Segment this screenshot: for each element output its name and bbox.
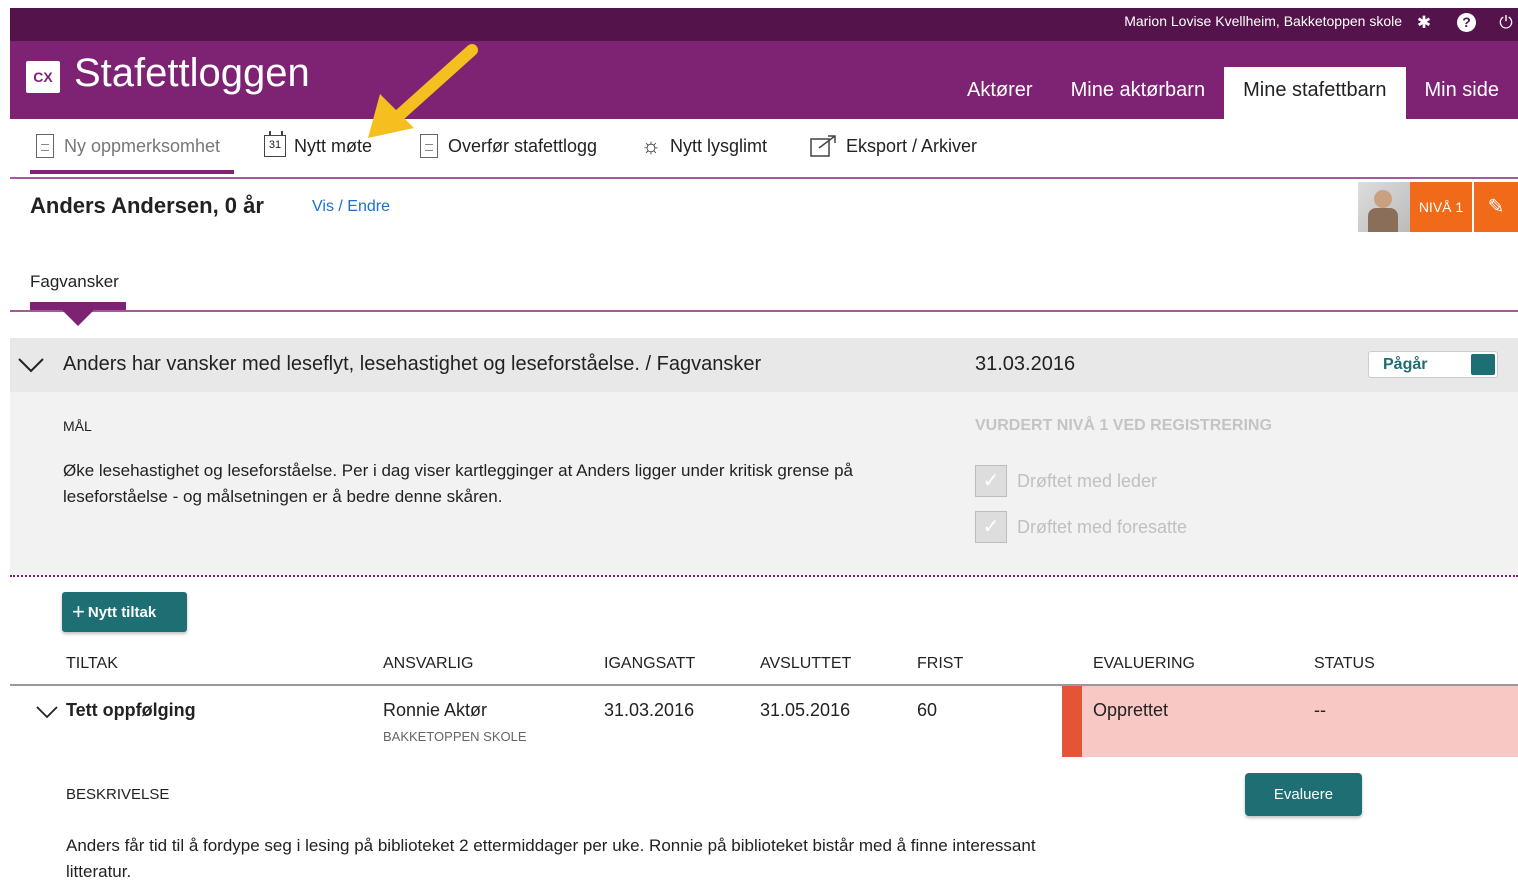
toggle-knob <box>1471 354 1495 375</box>
pencil-icon: ✎ <box>1487 196 1505 218</box>
document-icon <box>34 133 56 159</box>
new-glimpse-button[interactable]: ☼ Nytt lysglimt <box>640 133 767 159</box>
check-discussed-leader: ✓ Drøftet med leder <box>975 465 1157 497</box>
annotation-arrow <box>368 44 478 138</box>
level-badge: NIVÅ 1 <box>1410 182 1472 232</box>
measure-status: -- <box>1314 700 1326 720</box>
add-measure-button[interactable]: + Nytt tiltak <box>62 592 187 632</box>
col-tiltak: TILTAK <box>66 655 118 672</box>
measure-end: 31.05.2016 <box>760 700 851 720</box>
tab-min-side[interactable]: Min side <box>1406 67 1518 119</box>
col-frist: FRIST <box>917 655 964 672</box>
plus-icon: + <box>72 599 85 624</box>
export-archive-label: Eksport / Arkiver <box>846 135 978 156</box>
subtab-indicator <box>30 302 126 310</box>
action-toolbar: Ny oppmerksomhet 31 Nytt møte Overfør st… <box>10 119 1518 179</box>
description-text: Anders får tid til å fordype seg i lesin… <box>66 836 1036 881</box>
col-avsluttet: AVSLUTTET <box>760 655 852 672</box>
chevron-down-icon[interactable] <box>35 700 59 724</box>
evaluation-status-bar <box>1062 686 1082 757</box>
calendar-icon: 31 <box>264 131 286 159</box>
export-icon <box>810 133 838 159</box>
chevron-down-icon[interactable] <box>16 351 46 381</box>
col-igangsatt: IGANGSATT <box>604 655 696 672</box>
assessment-label: VURDERT NIVÅ 1 VED REGISTRERING <box>975 417 1272 434</box>
new-glimpse-label: Nytt lysglimt <box>670 135 768 156</box>
subtab-pointer <box>62 310 94 326</box>
description-label: BESKRIVELSE <box>66 786 170 803</box>
new-attention-label: Ny oppmerksomhet <box>64 135 221 156</box>
view-edit-link[interactable]: Vis / Endre <box>312 198 390 216</box>
evaluate-button[interactable]: Evaluere <box>1245 773 1362 816</box>
active-tool-underline <box>30 170 234 174</box>
person-name: Anders Andersen, 0 år <box>30 193 264 218</box>
subtab-divider <box>10 310 1518 312</box>
issue-title: Anders har vansker med leseflyt, lesehas… <box>63 353 762 375</box>
add-measure-label: Nytt tiltak <box>87 604 157 621</box>
measure-evaluation: Opprettet <box>1093 700 1169 720</box>
goal-label: MÅL <box>63 418 92 434</box>
evaluation-cell <box>1062 686 1518 757</box>
user-info: Marion Lovise Kvellheim, Bakketoppen sko… <box>1124 13 1402 29</box>
status-toggle[interactable]: Pågår <box>1368 351 1498 378</box>
sun-icon: ☼ <box>640 133 662 158</box>
export-archive-button[interactable]: Eksport / Arkiver <box>810 133 977 159</box>
col-ansvarlig: ANSVARLIG <box>383 655 474 672</box>
tab-mine-aktorbarn[interactable]: Mine aktørbarn <box>1052 67 1225 119</box>
power-icon[interactable]: ⏻ <box>1496 13 1516 33</box>
main-nav: Aktører Mine aktørbarn Mine stafettbarn … <box>948 67 1518 119</box>
goal-panel: MÅL Øke lesehastighet og leseforståelse.… <box>10 392 1518 577</box>
goal-text: Øke lesehastighet og leseforståelse. Per… <box>63 461 853 506</box>
issue-row[interactable]: Anders har vansker med leseflyt, lesehas… <box>10 338 1518 392</box>
checkbox: ✓ <box>975 511 1007 543</box>
app-header: CX Stafettloggen Aktører Mine aktørbarn … <box>10 41 1518 119</box>
edit-button[interactable]: ✎ <box>1474 182 1518 232</box>
status-toggle-label: Pågår <box>1383 356 1428 373</box>
top-bar: Marion Lovise Kvellheim, Bakketoppen sko… <box>10 8 1518 41</box>
new-attention-button[interactable]: Ny oppmerksomhet <box>34 133 220 159</box>
gear-icon[interactable]: ✱ <box>1414 13 1434 33</box>
col-evaluering: EVALUERING <box>1093 655 1195 672</box>
logo: CX <box>26 61 60 93</box>
avatar <box>1358 182 1410 232</box>
col-status: STATUS <box>1314 655 1375 672</box>
app-title: Stafettloggen <box>74 51 310 95</box>
tab-mine-stafettbarn[interactable]: Mine stafettbarn <box>1224 67 1406 119</box>
tab-fagvansker[interactable]: Fagvansker <box>30 272 119 292</box>
measure-responsible-school: BAKKETOPPEN SKOLE <box>383 729 527 744</box>
help-icon[interactable]: ? <box>1457 13 1476 32</box>
measure-deadline: 60 <box>917 700 938 720</box>
issue-date: 31.03.2016 <box>975 353 1076 375</box>
check-label: Drøftet med leder <box>1017 470 1158 491</box>
measure-name[interactable]: Tett oppfølging <box>66 700 196 721</box>
check-label: Drøftet med foresatte <box>1017 516 1188 537</box>
tab-aktorer[interactable]: Aktører <box>948 67 1052 119</box>
checkbox: ✓ <box>975 465 1007 497</box>
check-discussed-parents: ✓ Drøftet med foresatte <box>975 511 1187 543</box>
measure-start: 31.03.2016 <box>604 700 695 720</box>
measure-responsible: Ronnie Aktør <box>383 700 488 720</box>
